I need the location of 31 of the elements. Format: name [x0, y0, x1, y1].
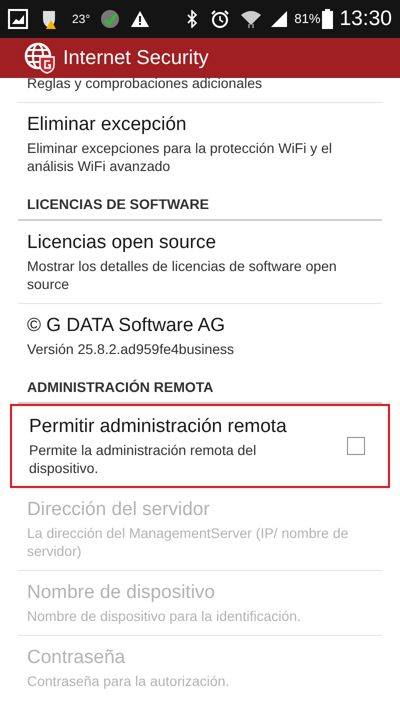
setting-description: Reglas y comprobaciones adicionales: [27, 78, 264, 92]
alarm-icon: [210, 9, 230, 29]
setting-description: Mostrar los detalles de licencias de software open source: [27, 257, 338, 293]
setting-description: Versión 25.8.2.ad959fe4business: [27, 340, 236, 358]
setting-title: Contraseña: [27, 646, 126, 670]
temperature-text: 23°: [72, 11, 90, 28]
setting-description: Eliminar excepciones para la protección WiFi y el análisis WiFi avanzado: [27, 139, 334, 175]
sync-check-icon: [100, 9, 120, 29]
warning-icon: [130, 10, 150, 28]
wifi-icon: [240, 9, 262, 29]
image-icon: [8, 9, 28, 29]
setting-description: Permite la administración remota del dispositivo.: [29, 441, 258, 477]
section-header: ADMINISTRACIÓN REMOTA: [27, 378, 214, 396]
bluetooth-icon: [186, 10, 198, 28]
globe-shield-icon: [24, 42, 56, 74]
section-header: LICENCIAS DE SOFTWARE: [27, 195, 210, 213]
signal-icon: [270, 10, 288, 28]
setting-description: La dirección del ManagementServer (IP/ nombre de servidor): [27, 524, 350, 560]
setting-title: Licencias open source: [27, 231, 218, 255]
app-title: Internet Security: [63, 46, 209, 71]
setting-title: © G DATA Software AG: [27, 314, 226, 338]
setting-title: Eliminar excepción: [27, 113, 188, 137]
setting-description: Nombre de dispositivo para la identificación.: [27, 607, 302, 625]
battery-icon: [322, 9, 334, 29]
checkbox[interactable]: [347, 437, 365, 455]
setting-title: Dirección del servidor: [27, 498, 211, 522]
setting-title: Permitir administración remota: [29, 415, 288, 439]
battery-percent: 81%: [294, 10, 320, 28]
setting-description: Contraseña para la autorización.: [27, 672, 230, 690]
clock-text: 13:30: [339, 6, 392, 32]
setting-title: Nombre de dispositivo: [27, 581, 216, 605]
